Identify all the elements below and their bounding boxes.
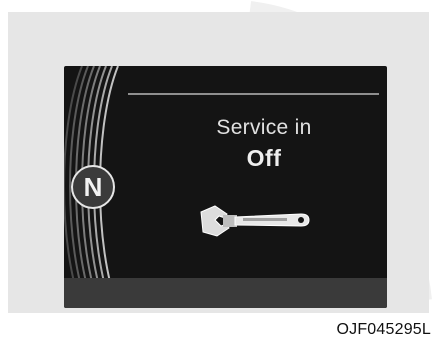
wrench-icon: [200, 205, 310, 237]
display-footer-bar: [64, 278, 387, 308]
figure-code: OJF045295L: [336, 321, 431, 338]
gear-indicator: N: [71, 165, 115, 209]
service-message-title: Service in: [216, 116, 312, 139]
instrument-cluster-display: Service in Off N: [64, 66, 387, 308]
image-frame: Service in Off N: [8, 12, 429, 313]
divider-line: [128, 93, 379, 95]
service-message-value: Off: [246, 145, 282, 171]
